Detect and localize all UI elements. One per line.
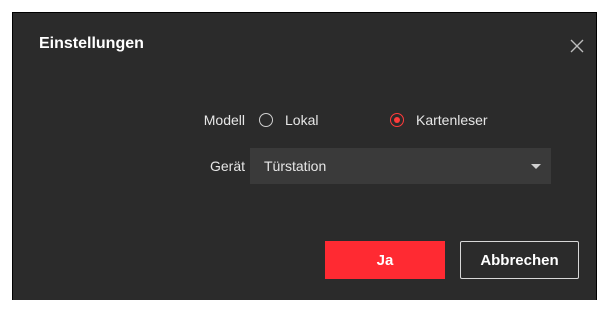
close-icon[interactable] (568, 37, 586, 55)
model-option-local-label: Lokal (285, 112, 319, 128)
cancel-button[interactable]: Abbrechen (460, 241, 579, 279)
model-label: Modell (203, 112, 245, 128)
dialog-title: Einstellungen (39, 35, 144, 52)
model-option-cardreader[interactable]: Kartenleser (390, 112, 488, 128)
model-option-cardreader-label: Kartenleser (416, 112, 488, 128)
device-select[interactable]: Türstation (250, 148, 551, 184)
model-option-local[interactable]: Lokal (259, 112, 318, 128)
chevron-down-icon (531, 163, 541, 169)
radio-unchecked-icon (259, 113, 273, 127)
confirm-button[interactable]: Ja (325, 241, 445, 279)
radio-checked-icon (390, 113, 404, 127)
settings-dialog: Einstellungen Modell Lokal Kartenleser G… (12, 12, 597, 300)
device-label: Gerät (209, 158, 245, 174)
device-select-value: Türstation (264, 158, 327, 174)
